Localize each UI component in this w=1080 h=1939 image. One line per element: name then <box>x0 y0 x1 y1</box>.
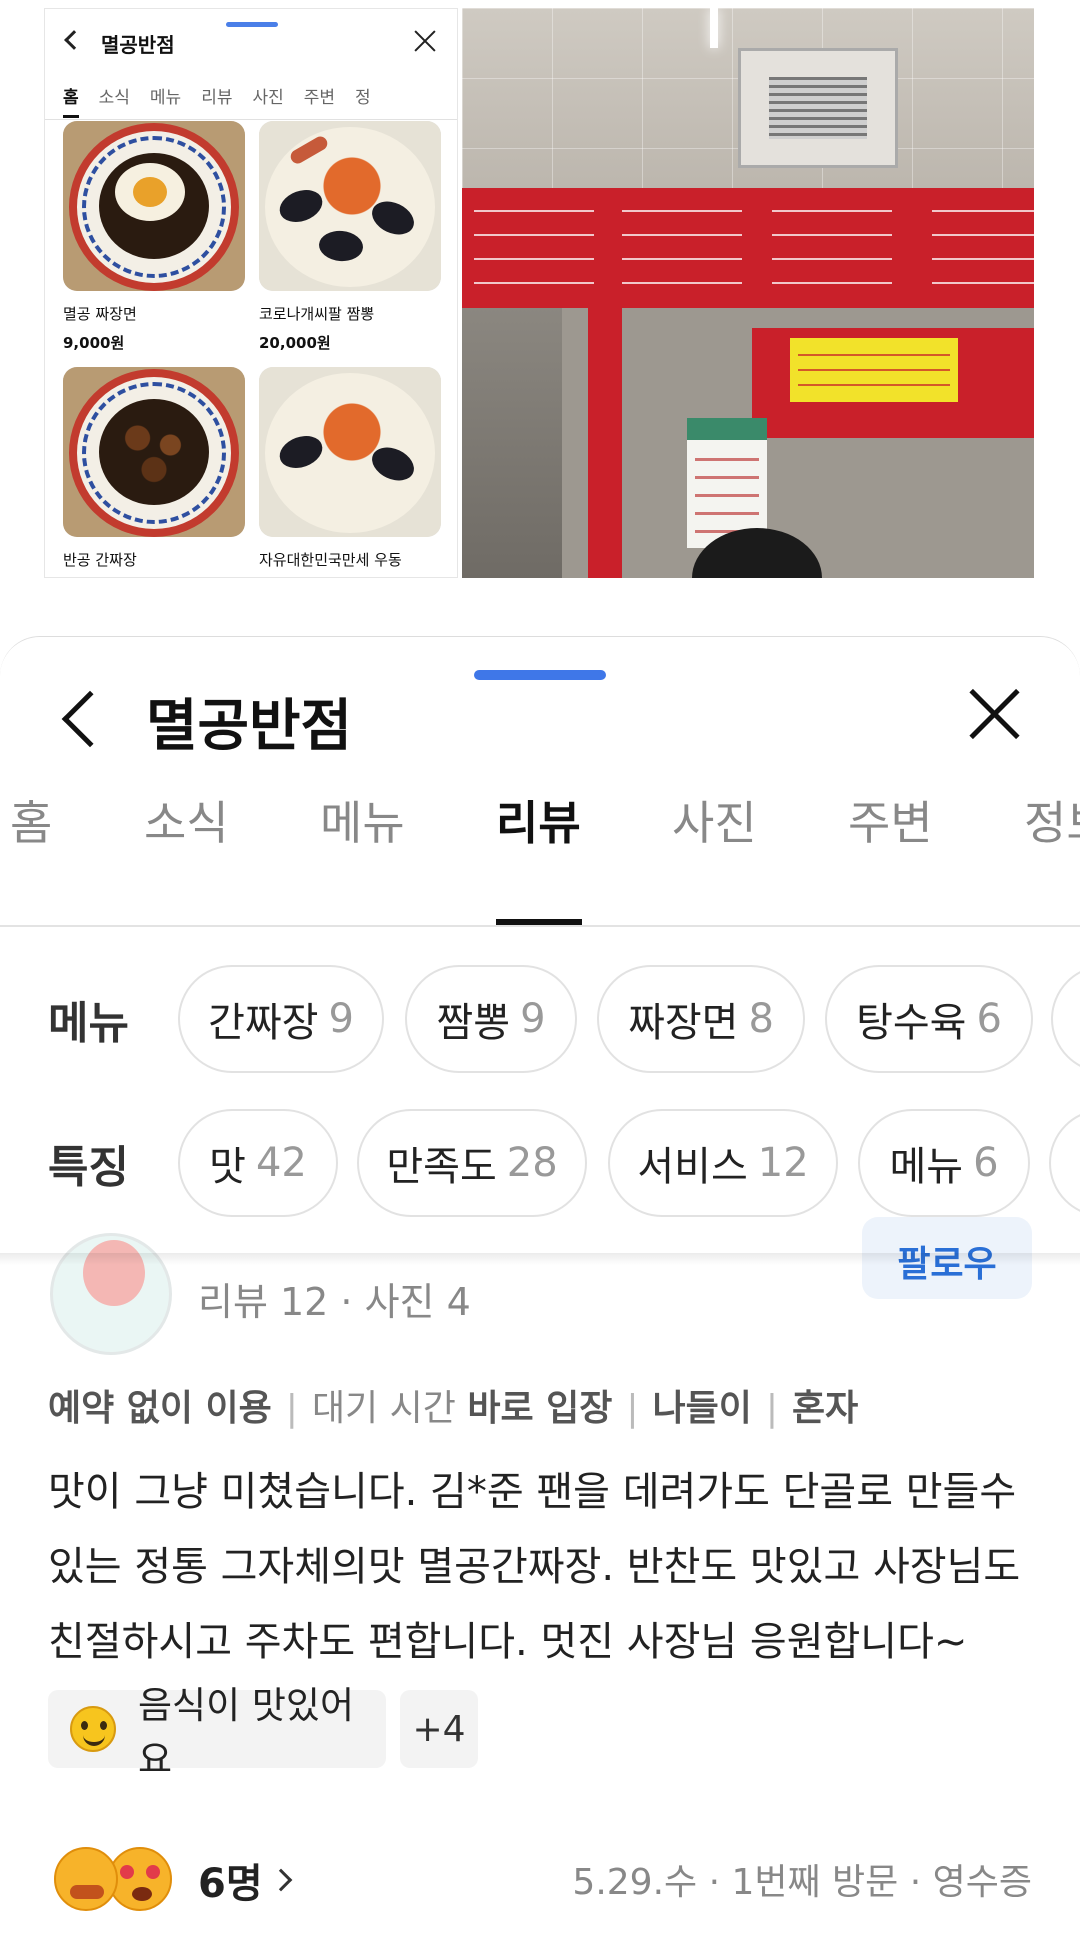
mini-divider <box>45 119 457 120</box>
mini-tab-bar: 홈 소식 메뉴 리뷰 사진 주변 정 <box>63 83 371 118</box>
avatar[interactable] <box>50 1233 172 1355</box>
wait-time-label: 대기 시간 <box>311 1388 456 1429</box>
reaction-count: 6명 <box>198 1861 263 1907</box>
tab-bar: 홈 소식 메뉴 리뷰 사진 주변 정보 <box>0 787 1080 865</box>
mini-drag-handle[interactable] <box>226 22 278 27</box>
menu-name: 멸공 짜장면 <box>63 305 137 323</box>
menu-price: 20,000원 <box>259 334 331 352</box>
tab-menu[interactable]: 메뉴 <box>320 787 405 853</box>
filter-chip-feature[interactable]: 메뉴 6 <box>858 1109 1030 1217</box>
mini-place-panel: 멸공반점 홈 소식 메뉴 리뷰 사진 주변 정 멸공 짜장면 9,000원 코로… <box>44 8 458 578</box>
chevron-right-icon <box>269 1868 292 1892</box>
filter-chip-menu[interactable]: 짜장면 8 <box>597 965 805 1073</box>
close-icon[interactable] <box>966 685 1024 743</box>
menu-photo <box>63 121 245 291</box>
reviewer-stats: 리뷰 12 · 사진 4 <box>198 1280 471 1324</box>
menu-card[interactable]: 반공 간짜장 <box>63 367 245 570</box>
keyword-chip[interactable]: 음식이 맛있어요 <box>48 1684 386 1781</box>
filter-chip-menu[interactable]: 탕수육 6 <box>825 965 1033 1073</box>
tab-review[interactable]: 리뷰 <box>496 787 581 853</box>
more-keywords-button[interactable]: +4 <box>400 1690 478 1768</box>
restaurant-interior-photo[interactable] <box>462 8 1034 578</box>
mini-header: 멸공반점 <box>45 9 457 79</box>
review-meta: 5.29.수 · 1번째 방문 · 영수증 <box>572 1862 1032 1903</box>
wait-time-value: 바로 입장 <box>467 1388 613 1429</box>
menu-card[interactable]: 코로나개씨팔 짬뽕 20,000원 <box>259 121 441 353</box>
filter-chip-menu[interactable]: 짬뽕 9 <box>405 965 577 1073</box>
tab-nearby[interactable]: 주변 <box>848 787 933 853</box>
feature-filter-label: 특징 <box>48 1142 129 1193</box>
filter-chip-feature[interactable]: 만족도 28 <box>357 1109 587 1217</box>
visit-purpose: 나들이 <box>652 1388 752 1429</box>
mini-close-icon[interactable] <box>411 27 439 55</box>
mini-tab-nearby[interactable]: 주변 <box>304 83 335 118</box>
back-icon[interactable] <box>61 690 119 748</box>
filter-chip-feature[interactable]: 맛 42 <box>178 1109 338 1217</box>
reaction-count-button[interactable]: 6명 <box>198 1851 292 1909</box>
filter-chip-feature[interactable]: 서비스 12 <box>608 1109 838 1217</box>
menu-photo <box>259 121 441 291</box>
tab-news[interactable]: 소식 <box>144 787 229 853</box>
menu-name: 자유대한민국만세 우동 <box>259 551 402 569</box>
menu-price: 9,000원 <box>63 334 125 352</box>
filter-chip-feature-overflow[interactable] <box>1049 1109 1080 1217</box>
mini-tab-info[interactable]: 정 <box>355 83 371 118</box>
smile-emoji-icon <box>70 1706 116 1752</box>
tab-info[interactable]: 정보 <box>1024 787 1080 853</box>
visit-info: 예약 없이 이용 | 대기 시간 바로 입장 | 나들이 | 혼자 <box>48 1388 859 1429</box>
keyword-label: 음식이 맛있어요 <box>138 1684 355 1781</box>
tab-photo[interactable]: 사진 <box>672 787 757 853</box>
mustache-emoji-icon <box>54 1847 118 1911</box>
mini-tab-menu[interactable]: 메뉴 <box>150 83 181 118</box>
mini-back-icon[interactable] <box>64 30 84 50</box>
mini-tab-home[interactable]: 홈 <box>63 83 79 118</box>
menu-card[interactable]: 자유대한민국만세 우동 <box>259 367 441 570</box>
feature-filter-row: 특징 맛 42 만족도 28 서비스 12 메뉴 6 <box>0 1109 1080 1217</box>
filter-chip-menu-overflow[interactable] <box>1051 965 1080 1073</box>
tab-divider <box>0 925 1080 927</box>
companion-info: 혼자 <box>792 1388 859 1429</box>
place-bottom-sheet: 멸공반점 홈 소식 메뉴 리뷰 사진 주변 정보 메뉴 간짜장9 짬뽕9 짜장면… <box>0 636 1080 1939</box>
filter-panel-shadow <box>0 1253 1080 1265</box>
mini-tab-review[interactable]: 리뷰 <box>201 83 232 118</box>
filter-chip-menu[interactable]: 간짜장 9 <box>178 965 384 1073</box>
menu-name: 코로나개씨팔 짬뽕 <box>259 305 375 323</box>
mini-tab-news[interactable]: 소식 <box>99 83 130 118</box>
menu-name: 반공 간짜장 <box>63 551 137 569</box>
reservation-info: 예약 없이 이용 <box>48 1388 272 1429</box>
tab-home[interactable]: 홈 <box>10 787 52 853</box>
review-text[interactable]: 맛이 그냥 미쳤습니다. 김*준 팬을 데려가도 단골로 만들수 있는 정통 그… <box>48 1455 1048 1680</box>
drag-handle[interactable] <box>474 670 606 680</box>
menu-photo <box>63 367 245 537</box>
mini-tab-photo[interactable]: 사진 <box>252 83 283 118</box>
menu-card[interactable]: 멸공 짜장면 9,000원 <box>63 121 245 353</box>
page-title: 멸공반점 <box>146 694 353 759</box>
top-preview-area: 멸공반점 홈 소식 메뉴 리뷰 사진 주변 정 멸공 짜장면 9,000원 코로… <box>0 0 1080 590</box>
menu-filter-row: 메뉴 간짜장 9 짬뽕 9 짜장면 8 탕수육 6 <box>0 965 1080 1073</box>
menu-photo <box>259 367 441 537</box>
menu-filter-label: 메뉴 <box>48 998 129 1049</box>
mini-title: 멸공반점 <box>101 33 175 57</box>
